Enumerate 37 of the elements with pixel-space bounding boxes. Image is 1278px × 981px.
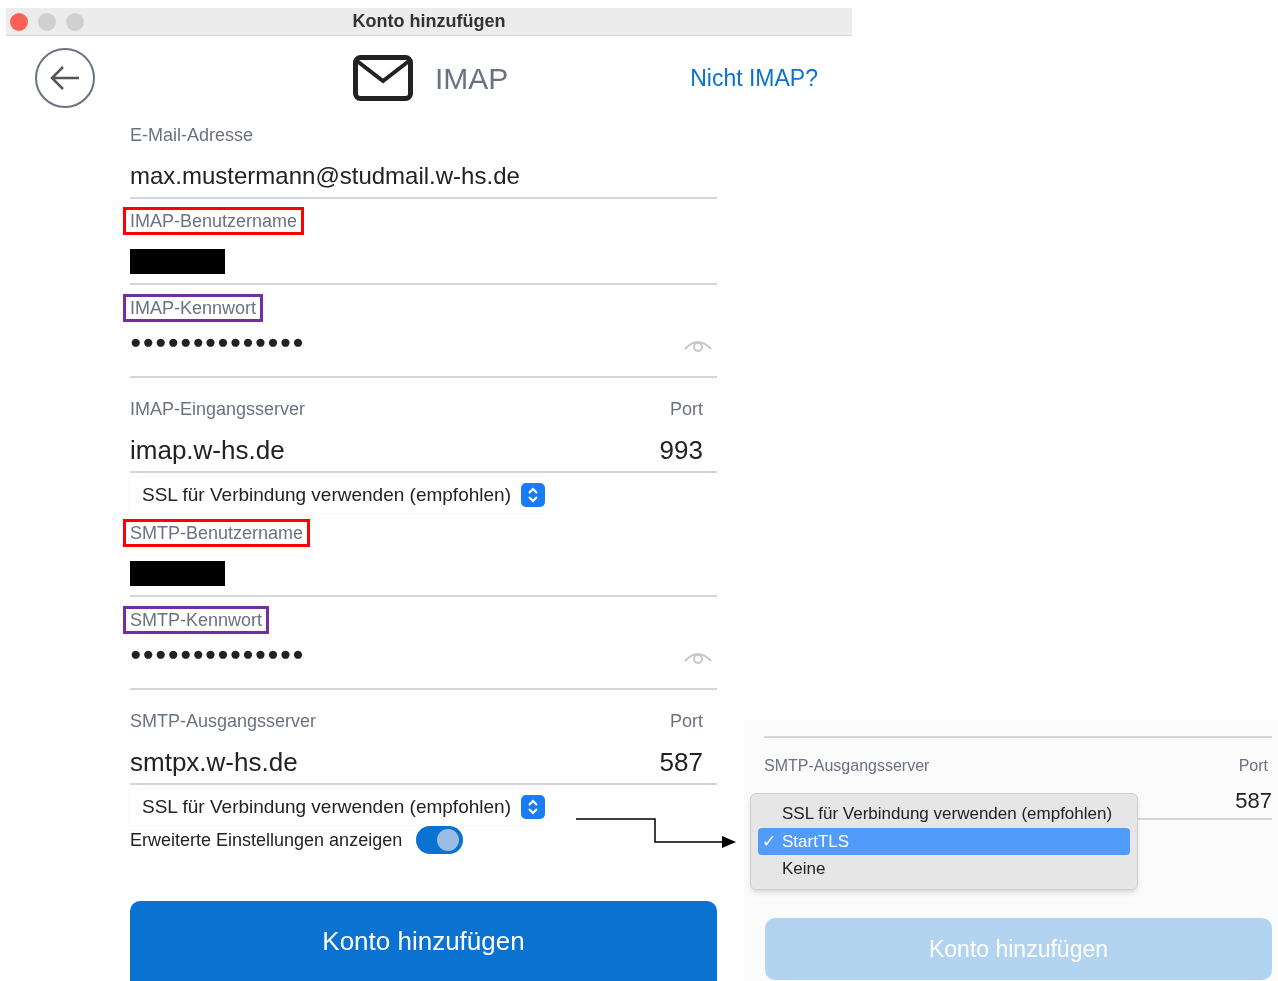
field-label: IMAP-Eingangsserver xyxy=(130,398,306,421)
port-field[interactable]: 993 xyxy=(659,431,703,470)
port-label: Port xyxy=(1238,756,1268,776)
port-field[interactable]: 587 xyxy=(1235,784,1272,818)
advanced-toggle[interactable] xyxy=(416,826,464,854)
menu-item[interactable]: Keine xyxy=(758,855,1130,883)
field-label: IMAP-Kennwort xyxy=(123,294,264,322)
stepper-icon xyxy=(521,795,545,819)
server-field[interactable]: imap.w-hs.de xyxy=(130,431,285,470)
field-label: IMAP-Benutzername xyxy=(123,207,305,235)
port-label: Port xyxy=(670,398,703,421)
security-select[interactable]: SSL für Verbindung verwenden (empfohlen) xyxy=(130,789,547,825)
field-label: E-Mail-Adresse xyxy=(130,124,254,146)
field-label: SMTP-Benutzername xyxy=(123,519,311,547)
port-field[interactable]: 587 xyxy=(659,743,703,782)
password-field[interactable]: ●●●●●●●●●●●●●● xyxy=(130,640,305,669)
back-button[interactable] xyxy=(35,48,95,108)
field-label: SMTP-Ausgangsserver xyxy=(130,710,317,733)
field-label: SMTP-Ausgangsserver xyxy=(764,756,930,776)
protocol-title: IMAP xyxy=(435,60,509,97)
toggle-label: Erweiterte Einstellungen anzeigen xyxy=(130,828,403,852)
stepper-icon xyxy=(521,483,545,507)
window-title: Konto hinzufügen xyxy=(352,10,506,33)
not-imap-link[interactable]: Nicht IMAP? xyxy=(690,60,818,96)
security-select[interactable]: SSL für Verbindung verwenden (empfohlen) xyxy=(130,477,547,513)
email-field[interactable]: max.mustermann@studmail.w-hs.de xyxy=(130,158,717,194)
zoom-icon[interactable] xyxy=(66,12,84,31)
password-field[interactable]: ●●●●●●●●●●●●●● xyxy=(130,328,305,357)
envelope-icon xyxy=(353,55,413,101)
server-field[interactable]: smtpx.w-hs.de xyxy=(130,743,298,782)
back-arrow-icon xyxy=(49,64,81,92)
add-account-button[interactable]: Konto hinzufügen xyxy=(130,901,717,981)
field-label: SMTP-Kennwort xyxy=(123,606,270,634)
port-label: Port xyxy=(670,710,703,733)
close-icon[interactable] xyxy=(10,12,28,31)
menu-item[interactable]: SSL für Verbindung verwenden (empfohlen) xyxy=(758,800,1130,828)
minimize-icon[interactable] xyxy=(38,12,56,31)
